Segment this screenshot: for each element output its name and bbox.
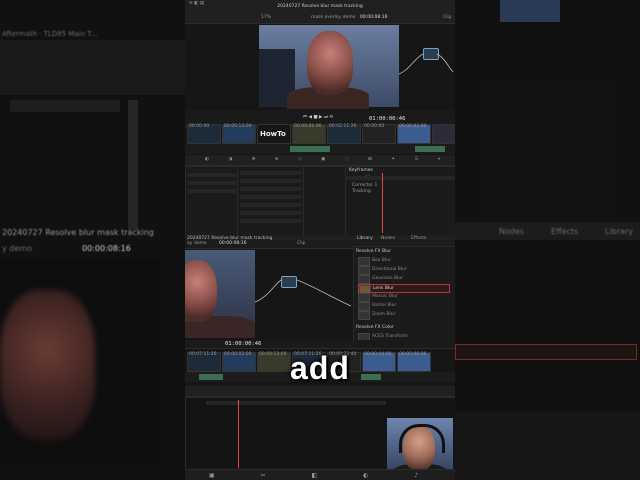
bg-track-area	[0, 40, 185, 95]
bottom-toolbar	[185, 386, 455, 397]
audio-clip[interactable]	[290, 146, 330, 152]
clip-strip-top: 00:00:00 00:00:13:00 HowTo 00:00:06:06 0…	[187, 124, 455, 144]
library-group-blur: Resolve FX Blur	[356, 249, 392, 254]
keyframes-panel[interactable]: Keyframes Master Corrector 1 Tracking	[345, 166, 455, 238]
bg-scroll-column	[128, 100, 138, 230]
mid-clip-label[interactable]: Clip	[297, 241, 306, 246]
keyframes-title: Keyframes	[349, 168, 373, 173]
viewer-mid-face	[185, 260, 217, 322]
parameters-panel[interactable]	[237, 166, 305, 238]
clip-thumb[interactable]: 00:00:00	[187, 124, 221, 144]
viewer-timecode: 01:00:00:46	[369, 116, 406, 122]
keyframe-item[interactable]: Tracking	[352, 189, 371, 194]
bg-clip-strip	[10, 100, 120, 112]
mid-transport: 01:00:00:46	[185, 340, 455, 349]
viewer-mid[interactable]	[185, 250, 255, 338]
howto-text: HowTo	[260, 130, 286, 138]
bg-selected-row	[455, 344, 637, 360]
library-item[interactable]: Mosaic Blur	[358, 293, 448, 302]
video-caption: add	[290, 350, 350, 386]
screen-recording: ≡ ◧ ▤ 20240727 Resolve blur mask trackin…	[185, 0, 455, 480]
library-item-selected[interactable]: Lens Blur	[358, 284, 450, 294]
project-name: mask overlay demo	[311, 15, 356, 20]
bottom-ruler	[206, 401, 386, 405]
blurred-left-backdrop: Aftermath · TLD85 Main T... 20240727 Res…	[0, 0, 185, 480]
clip-label[interactable]: Clip	[443, 15, 452, 20]
node-connection-mid	[254, 279, 352, 307]
bg-tab-nodes: Nodes	[499, 227, 525, 236]
toolbar-icons[interactable]: ◐ ◑ ✥ ⊕ ◇ ▣ ◌ ⊞ ✦ ☰ ⌖	[205, 156, 449, 162]
mid-timecode-top: 00:00:08:16	[219, 241, 247, 246]
bg-face-left	[0, 290, 95, 440]
viewer-toolbar: 17% mask overlay demo 00:00:08:16 Clip	[185, 14, 455, 24]
window-title: 20240727 Resolve blur mask tracking	[277, 4, 363, 9]
blurred-right-backdrop: Nodes Effects Library	[455, 0, 640, 480]
bg-timecode-left: 00:00:08:16	[82, 244, 131, 253]
mid-viewer-timecode: 01:00:00:46	[225, 341, 262, 347]
library-item[interactable]: Directional Blur	[358, 266, 448, 275]
library-item[interactable]: Radial Blur	[358, 302, 448, 311]
bg-title-left: 20240727 Resolve blur mask tracking	[2, 228, 154, 237]
page-nav-icons[interactable]: ▣ ✂ ◧ ◐ ♪ ⇪	[209, 472, 455, 479]
bg-project-left: y demo	[2, 244, 32, 253]
audio-clip[interactable]	[415, 146, 445, 152]
bottom-playhead[interactable]	[238, 400, 239, 468]
mid-project: ay demo	[187, 241, 207, 246]
viewer-face	[307, 31, 353, 95]
library-group-color: Resolve FX Color	[356, 325, 394, 330]
page-toolbar: ◐ ◑ ✥ ⊕ ◇ ▣ ◌ ⊞ ✦ ☰ ⌖	[185, 155, 455, 166]
bg-tab-library: Library	[605, 227, 633, 236]
library-item[interactable]: ACES Transform	[358, 333, 448, 342]
bg-timeline-label: Aftermath · TLD85 Main T...	[2, 30, 98, 38]
curves-panel[interactable]	[185, 166, 239, 238]
clip-tracks-top	[185, 144, 455, 154]
bg-bottom-right	[455, 412, 640, 480]
clip-thumb[interactable]	[432, 124, 455, 144]
clip-thumb[interactable]: HowTo	[257, 124, 291, 144]
library-panel[interactable]: Resolve FX Blur Box Blur Directional Blu…	[353, 246, 455, 348]
keyframe-ruler	[346, 176, 455, 180]
clip-thumb[interactable]: 00:00:06:06	[292, 124, 326, 144]
clip-thumb[interactable]: 00:02:11:26	[327, 124, 361, 144]
clip-thumb[interactable]: 00:00:02:00	[397, 124, 431, 144]
transport-controls[interactable]: ⏮ ◀ ■ ▶ ⏭ ⟲	[303, 114, 333, 120]
clip-thumb[interactable]: 00:00:13:00	[222, 124, 256, 144]
bg-webcam-right	[500, 0, 560, 22]
viewer-timecode-top: 00:00:08:16	[360, 15, 388, 20]
headphones-icon	[399, 424, 445, 453]
page-nav: ▣ ✂ ◧ ◐ ♪ ⇪	[185, 469, 455, 480]
node-connection-top	[398, 53, 454, 75]
library-item[interactable]: Zoom Blur	[358, 311, 448, 320]
window-titlebar: ≡ ◧ ▤ 20240727 Resolve blur mask trackin…	[185, 0, 455, 15]
library-item[interactable]: Box Blur	[358, 257, 448, 266]
keyframe-playhead[interactable]	[382, 173, 383, 233]
bg-tab-effects: Effects	[551, 227, 579, 236]
viewer-top[interactable]	[259, 25, 399, 109]
values-panel[interactable]	[303, 166, 347, 238]
library-item[interactable]: Gaussian Blur	[358, 275, 448, 284]
clip-thumb[interactable]: 00:00:00	[362, 124, 396, 144]
bg-panel-right	[485, 80, 615, 220]
zoom-level[interactable]: 17%	[261, 15, 271, 20]
keyframe-item[interactable]: Corrector 1	[352, 183, 377, 188]
